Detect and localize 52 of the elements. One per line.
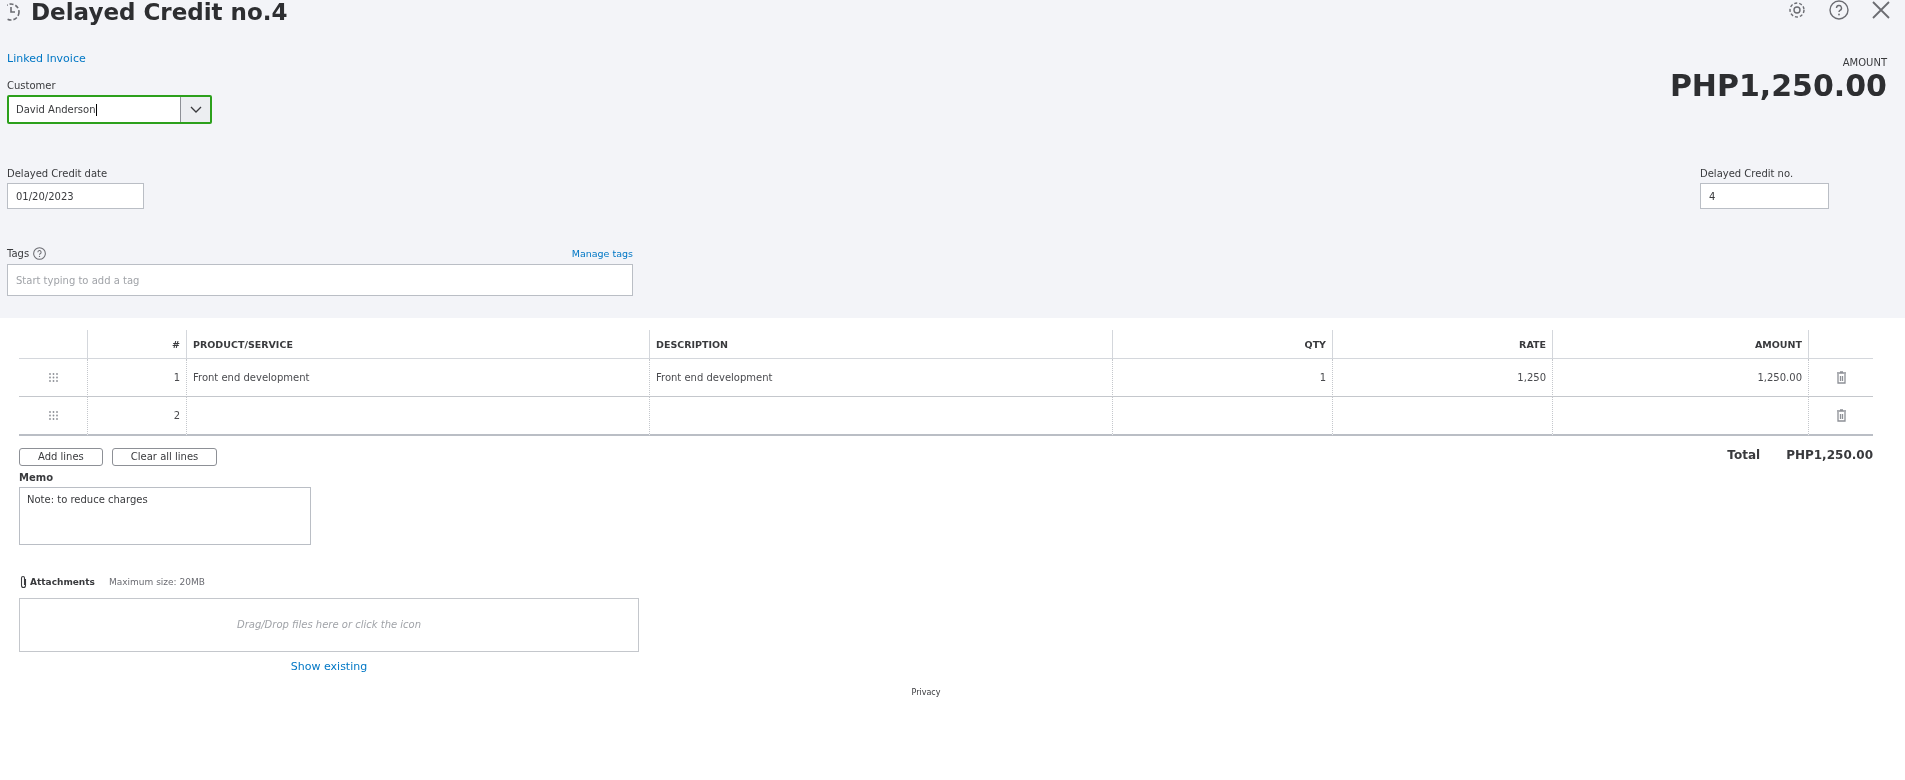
memo-label: Memo: [19, 471, 55, 483]
table-cell: 1,250: [1332, 359, 1552, 397]
table-cell[interactable]: [1332, 397, 1552, 436]
column-header: DESCRIPTION: [649, 330, 1112, 359]
table-action-button[interactable]: Clear all lines: [111, 447, 218, 466]
table-cell: Front end development: [186, 359, 649, 397]
column-header: PRODUCT/SERVICE: [186, 330, 649, 359]
drag-handle-icon[interactable]: [48, 373, 58, 382]
trash-icon[interactable]: [1835, 371, 1847, 384]
date-field[interactable]: 01/20/2023: [7, 183, 144, 209]
chevron-down-icon: [189, 106, 202, 113]
tags-label: Tags: [7, 248, 30, 259]
table-cell[interactable]: [649, 397, 1112, 436]
page-title: Delayed Credit no.4: [31, 0, 288, 25]
customer-dropdown[interactable]: David Anderson: [7, 95, 212, 124]
table-cell[interactable]: [1112, 397, 1332, 436]
date-label: Delayed Credit date: [7, 168, 109, 179]
help-icon[interactable]: [1829, 0, 1849, 20]
table-action-button[interactable]: Add lines: [19, 447, 103, 466]
column-header: QTY: [1112, 330, 1332, 359]
table-cell: 1,250.00: [1552, 359, 1808, 397]
column-header: #: [87, 330, 186, 359]
total-value: PHP1,250.00: [1786, 448, 1873, 463]
table-cell[interactable]: [1552, 397, 1808, 436]
table-cell: 1: [87, 359, 186, 397]
linked-invoice-link[interactable]: Linked Invoice: [7, 52, 86, 65]
history-icon: [7, 2, 21, 22]
amount-label: AMOUNT: [1841, 57, 1887, 68]
settings-icon[interactable]: [1787, 0, 1807, 20]
total-label: Total: [1727, 448, 1761, 463]
table-header-cell: [1808, 330, 1873, 359]
credit-number-field[interactable]: 4: [1700, 183, 1829, 209]
table-cell[interactable]: [186, 397, 649, 436]
show-existing-link[interactable]: Show existing: [290, 659, 368, 673]
drag-handle-icon[interactable]: [48, 411, 58, 420]
customer-label: Customer: [7, 80, 57, 91]
table-cell: 1: [1112, 359, 1332, 397]
paperclip-icon: [19, 574, 28, 589]
max-size-note: Maximum size: 20MB: [108, 576, 205, 587]
help-icon[interactable]: [33, 247, 47, 260]
table-cell: Front end development: [649, 359, 1112, 397]
trash-icon[interactable]: [1835, 409, 1847, 422]
close-icon[interactable]: [1871, 0, 1891, 20]
attachments-label: Attachments: [30, 576, 95, 587]
privacy-link[interactable]: Privacy: [911, 687, 941, 697]
column-header: RATE: [1332, 330, 1552, 359]
table-cell: 2: [87, 397, 186, 436]
credit-number-label: Delayed Credit no.: [1700, 168, 1795, 179]
amount-total: PHP1,250.00: [1669, 68, 1887, 103]
column-header: AMOUNT: [1552, 330, 1808, 359]
memo-field[interactable]: Note: to reduce charges: [19, 486, 311, 545]
manage-tags-link[interactable]: Manage tags: [571, 248, 633, 259]
